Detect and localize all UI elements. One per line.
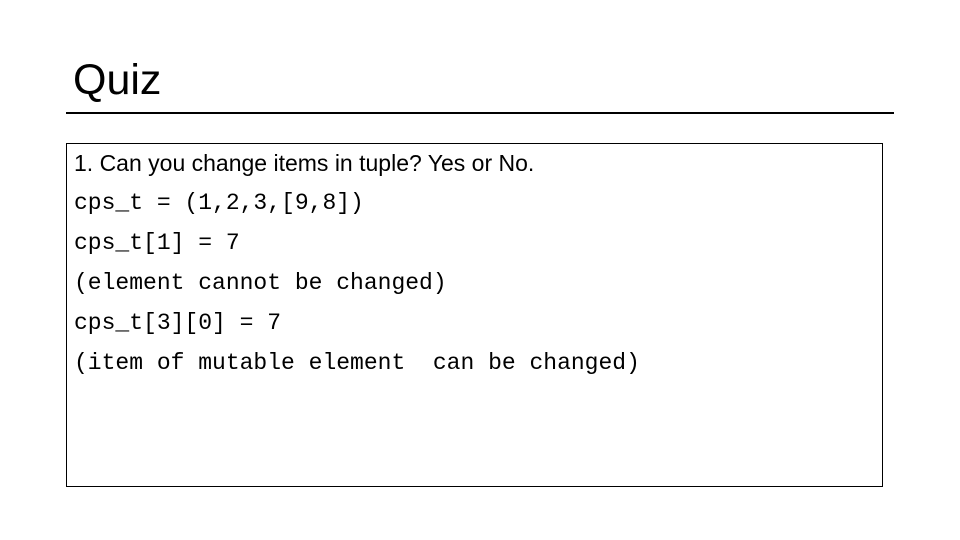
code-line: (element cannot be changed): [74, 270, 447, 296]
code-line: cps_t[3][0] = 7: [74, 310, 282, 336]
slide-title: Quiz: [73, 56, 162, 104]
title-divider: [66, 112, 894, 114]
code-line: cps_t = (1,2,3,[9,8]): [74, 190, 364, 216]
code-line: cps_t[1] = 7: [74, 230, 240, 256]
code-line: (item of mutable element can be changed): [74, 350, 640, 376]
question-text: 1. Can you change items in tuple? Yes or…: [74, 150, 535, 176]
